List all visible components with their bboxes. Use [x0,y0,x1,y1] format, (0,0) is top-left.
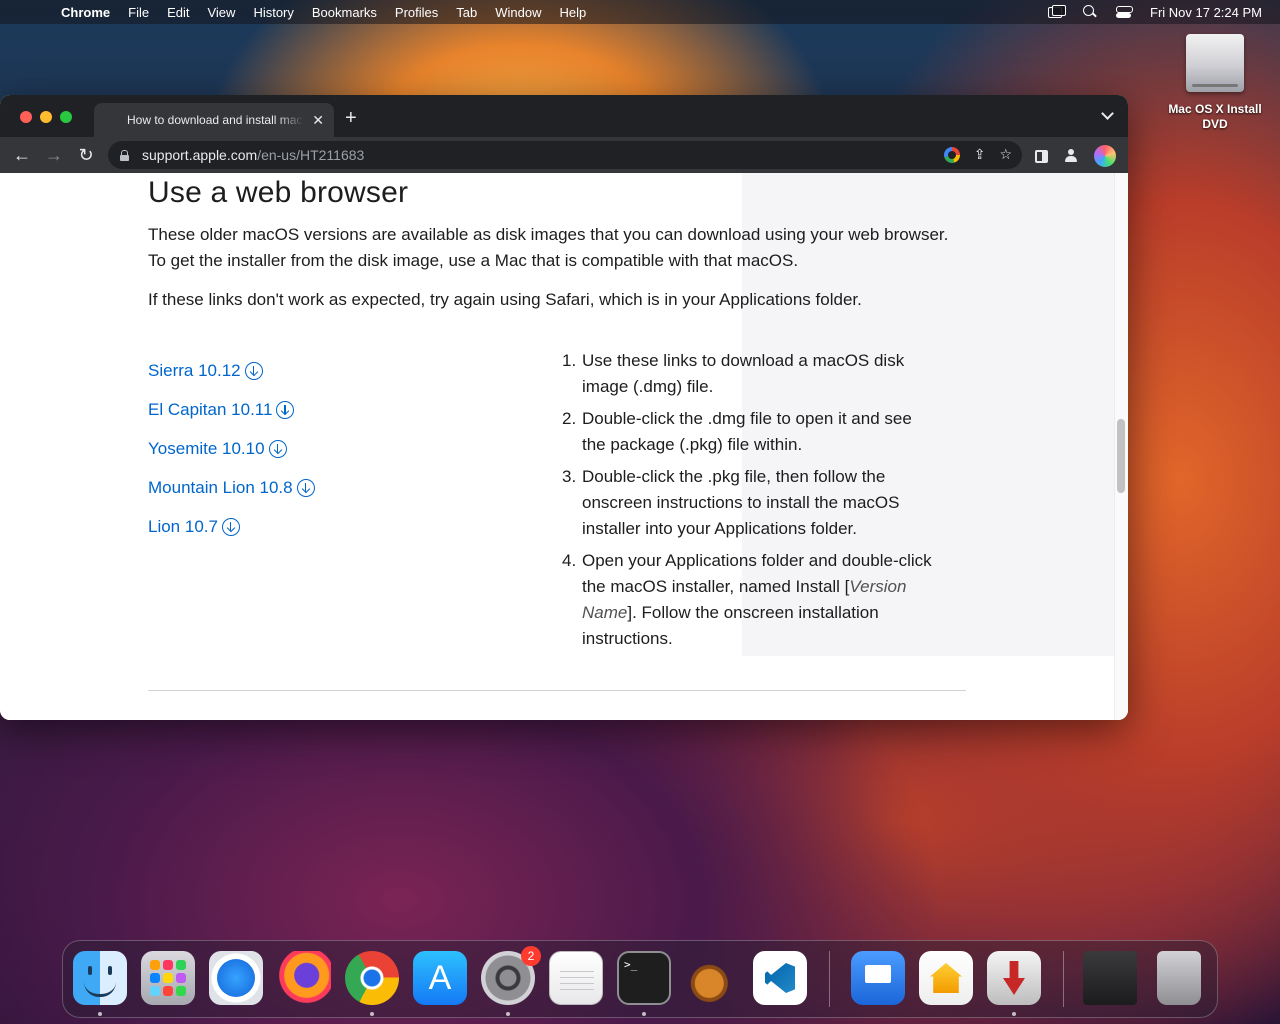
maximize-window-button[interactable] [60,111,72,123]
running-indicator [98,1012,102,1016]
safari-icon[interactable] [209,951,263,1005]
download-icon [276,400,295,419]
home-icon[interactable] [919,951,973,1005]
control-center-icon[interactable] [1116,5,1133,19]
download-link-sierra[interactable]: Sierra 10.12 [148,351,315,390]
list-item: 4. Open your Applications folder and doub… [562,551,932,648]
menu-profiles[interactable]: Profiles [386,5,447,20]
forward-button[interactable]: → [38,145,70,166]
list-item: 2. Double-click the .dmg file to open it … [562,409,912,454]
lock-icon[interactable] [120,149,129,161]
scrollbar[interactable] [1114,173,1128,720]
running-indicator [506,1012,510,1016]
dock-separator [1063,951,1064,1007]
intro-paragraph: These older macOS versions are available… [148,225,949,270]
avatar[interactable] [1094,145,1116,167]
section-heading: Use a web browser [148,176,409,209]
browser-toolbar: ← → ↻ support.apple.com/en-us/HT211683 ⇪… [0,137,1128,173]
list-item: 3. Double-click the .pkg file, then follo… [562,467,900,538]
profile-icon[interactable] [1064,149,1078,163]
download-link-el-capitan[interactable]: El Capitan 10.11 [148,390,315,429]
running-indicator [370,1012,374,1016]
textedit-icon[interactable] [549,951,603,1005]
menu-app-chrome[interactable]: Chrome [52,5,119,20]
menu-help[interactable]: Help [551,5,596,20]
article: Use a web browser These older macOS vers… [148,173,968,648]
menu-history[interactable]: History [244,5,302,20]
dock-separator [829,951,830,1007]
chrome-icon[interactable] [345,951,399,1005]
disk-drive-icon [1186,34,1244,92]
desktop-icon-label: Mac OS X Install DVD [1168,102,1262,131]
dock: A 2 >_ [62,940,1218,1018]
tab-title: How to download and install macOS [127,113,305,127]
menubar: Chrome File Edit View History Bookmarks … [0,0,1280,24]
menubar-clock[interactable]: Fri Nov 17 2:24 PM [1150,5,1262,20]
tab-active[interactable]: How to download and install macOS ✕ [94,103,334,137]
toolbar-right [1035,145,1116,167]
menu-file[interactable]: File [119,5,158,20]
chrome-window: How to download and install macOS ✕ + ← … [0,95,1128,720]
download-icon [268,439,287,458]
download-icon [296,478,315,497]
omnibox-actions: ⇪ ☆ [943,146,1012,163]
url-path: /en-us/HT211683 [257,147,365,163]
downloads-stack-icon[interactable] [1083,951,1137,1005]
new-tab-button[interactable]: + [345,107,357,130]
safari-tip-paragraph: If these links don't work as expected, t… [148,290,862,309]
spotlight-search-icon[interactable] [1082,5,1098,19]
close-tab-icon[interactable]: ✕ [312,112,324,129]
menu-window[interactable]: Window [486,5,550,20]
running-indicator [642,1012,646,1016]
close-window-button[interactable] [20,111,32,123]
menubar-status-area: Fri Nov 17 2:24 PM [1048,5,1280,20]
side-panel-icon[interactable] [1035,149,1048,163]
download-icon [244,361,263,380]
launchpad-icon[interactable] [141,951,195,1005]
download-link-yosemite[interactable]: Yosemite 10.10 [148,429,315,468]
download-links-list: Sierra 10.12 El Capitan 10.11 Yosemite 1… [148,351,315,546]
window-controls [20,111,72,123]
menu-bookmarks[interactable]: Bookmarks [303,5,386,20]
address-bar[interactable]: support.apple.com/en-us/HT211683 ⇪ ☆ [108,141,1022,169]
menu-view[interactable]: View [198,5,244,20]
section-divider [148,690,966,691]
list-item: 1. Use these links to download a macOS di… [562,351,905,396]
download-link-mountain-lion[interactable]: Mountain Lion 10.8 [148,468,315,507]
share-icon[interactable]: ⇪ [974,146,986,163]
notification-badge: 2 [521,946,541,966]
page-content: Use a web browser These older macOS vers… [0,173,1128,720]
tab-strip: How to download and install macOS ✕ + [0,95,1128,137]
scrollbar-thumb[interactable] [1117,419,1125,493]
vscode-icon[interactable] [753,951,807,1005]
menu-edit[interactable]: Edit [158,5,198,20]
google-lens-icon[interactable] [943,146,960,163]
download-link-lion[interactable]: Lion 10.7 [148,507,315,546]
finder-icon[interactable] [73,951,127,1005]
url-host: support.apple.com [142,147,258,163]
keynote-icon[interactable] [851,951,905,1005]
screen-mirroring-icon[interactable] [1048,5,1066,19]
firefox-icon[interactable] [277,951,331,1005]
garageband-icon[interactable] [685,951,739,1005]
minimize-window-button[interactable] [40,111,52,123]
desktop-icon-install-dvd[interactable]: Mac OS X Install DVD [1160,34,1270,132]
install-steps: 1. Use these links to download a macOS di… [562,348,932,658]
download-icon [221,517,240,536]
menu-tab[interactable]: Tab [447,5,486,20]
system-preferences-icon[interactable]: 2 [481,946,541,1005]
app-store-icon[interactable]: A [413,951,467,1005]
running-indicator [1012,1012,1016,1016]
reload-button[interactable]: ↻ [70,145,102,166]
terminal-icon[interactable]: >_ [617,951,671,1005]
chevron-down-icon[interactable] [1101,107,1114,120]
downie-icon[interactable] [987,951,1041,1005]
bookmark-star-icon[interactable]: ☆ [999,146,1012,163]
trash-icon[interactable] [1157,951,1201,1005]
back-button[interactable]: ← [6,145,38,166]
